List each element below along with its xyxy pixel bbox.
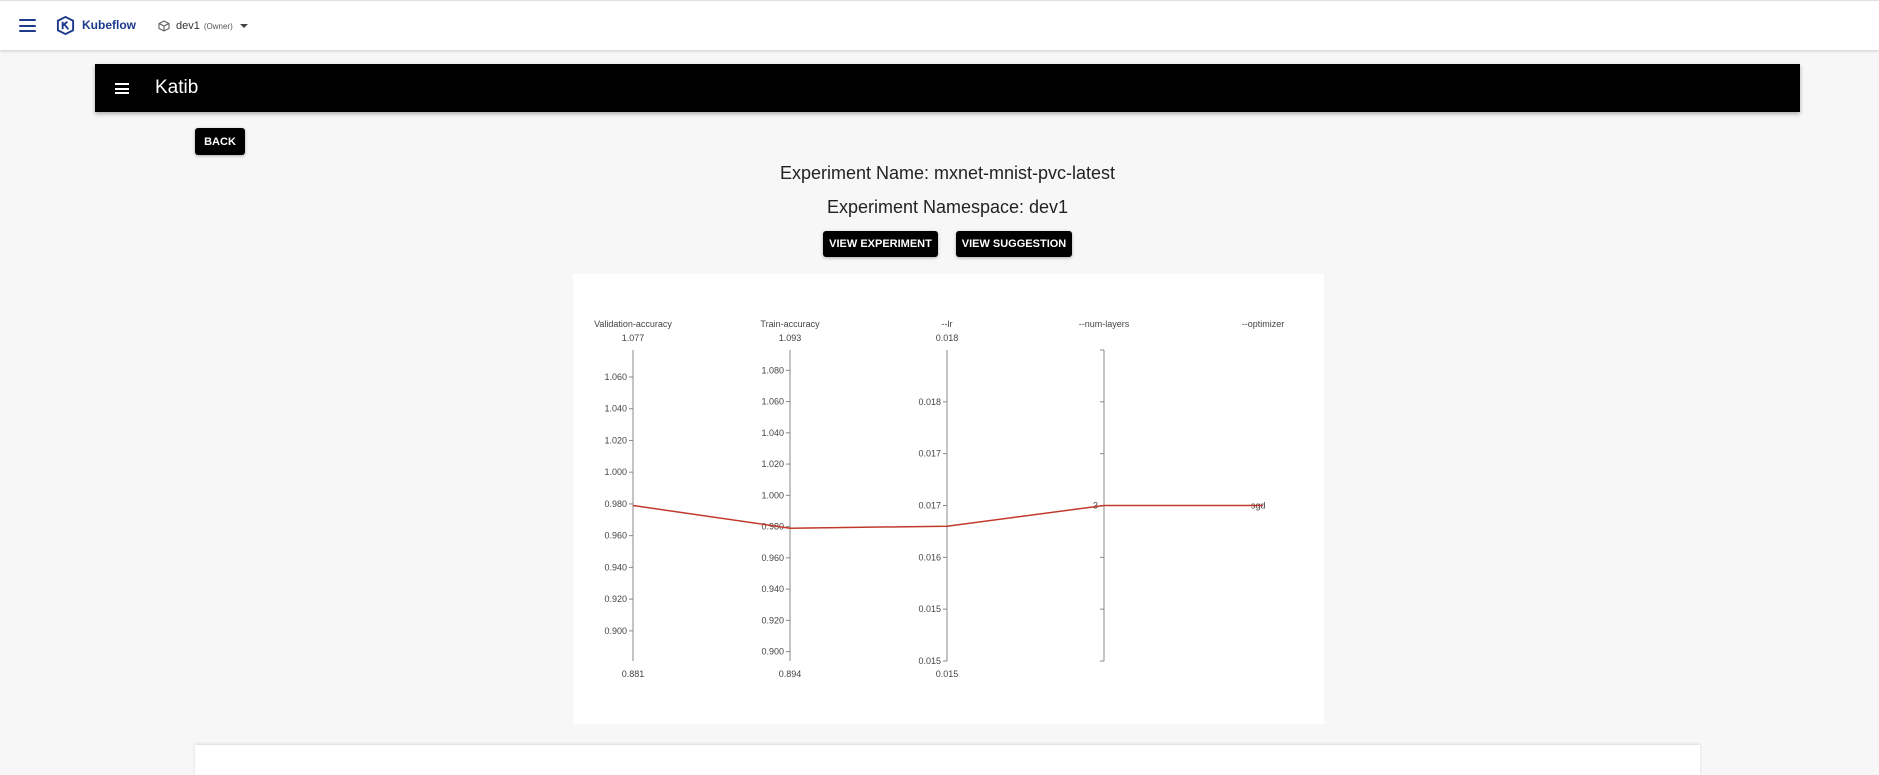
cube-icon xyxy=(158,20,170,32)
axis-label: --optimizer xyxy=(1242,319,1285,329)
tick-label: 0.017 xyxy=(918,449,941,459)
tick-label: 1.000 xyxy=(761,490,784,500)
trials-card xyxy=(195,745,1700,775)
namespace-name: dev1 xyxy=(176,20,200,32)
tick-label: 1.040 xyxy=(761,428,784,438)
tick-label: 0.015 xyxy=(918,656,941,666)
tick-label: 0.960 xyxy=(761,553,784,563)
view-suggestion-button[interactable]: VIEW SUGGESTION xyxy=(956,231,1072,257)
app-title[interactable]: Kubeflow xyxy=(82,18,136,32)
parallel-coordinates-chart[interactable]: Validation-accuracy 1.077 0.881 0.900 0.920 0… xyxy=(573,274,1324,724)
experiment-namespace: Experiment Namespace: dev1 xyxy=(826,197,1069,217)
tick-label: 0.980 xyxy=(604,499,627,509)
axis-label: Train-accuracy xyxy=(760,319,820,329)
axis-min-label: 0.881 xyxy=(622,669,645,679)
menu-icon[interactable] xyxy=(115,83,129,94)
axis-max-label: 1.077 xyxy=(622,333,645,343)
axis-label: Validation-accuracy xyxy=(594,319,672,329)
tick-label: 0.016 xyxy=(918,552,941,562)
axis-min-label: 0.015 xyxy=(936,669,959,679)
tick-label: 0.015 xyxy=(918,604,941,614)
tick-label: 0.940 xyxy=(604,562,627,572)
tick-label: 0.920 xyxy=(604,594,627,604)
tick-label: 0.900 xyxy=(604,626,627,636)
hamburger-icon[interactable] xyxy=(19,19,36,32)
katib-header: Katib xyxy=(95,64,1800,112)
tick-label: 1.080 xyxy=(761,365,784,375)
caret-down-icon xyxy=(239,24,248,28)
axis-max-label: 1.093 xyxy=(779,333,802,343)
experiment-name: Experiment Name: mxnet-mnist-pvc-latest xyxy=(779,163,1116,183)
tick-label: 1.020 xyxy=(604,435,627,445)
tick-label: 3 xyxy=(1093,501,1098,511)
tick-label: 0.018 xyxy=(918,397,941,407)
axis-label: --num-layers xyxy=(1079,319,1130,329)
parallel-coordinates-panel: Validation-accuracy 1.077 0.881 0.900 0.920 0… xyxy=(573,274,1324,724)
tick-label: 1.060 xyxy=(761,397,784,407)
tick-label: 0.017 xyxy=(918,501,941,511)
axis-min-label: 0.894 xyxy=(779,669,802,679)
namespace-selector[interactable]: dev1 (Owner) xyxy=(158,17,248,35)
tick-label: 0.960 xyxy=(604,531,627,541)
top-app-bar: Kubeflow dev1 (Owner) xyxy=(0,0,1879,50)
view-experiment-button[interactable]: VIEW EXPERIMENT xyxy=(823,231,938,257)
axis-max-label: 0.018 xyxy=(936,333,959,343)
namespace-role: (Owner) xyxy=(203,21,233,31)
tick-label: 0.920 xyxy=(761,615,784,625)
kubeflow-logo-icon[interactable] xyxy=(56,16,75,35)
axis-label: --lr xyxy=(942,319,953,329)
tick-label: 1.020 xyxy=(761,459,784,469)
tick-label: 1.040 xyxy=(604,404,627,414)
tick-label: 1.000 xyxy=(604,467,627,477)
tick-label: 0.940 xyxy=(761,584,784,594)
back-button[interactable]: BACK xyxy=(195,128,245,155)
trial-line xyxy=(632,504,1263,529)
katib-title: Katib xyxy=(155,77,199,98)
tick-label: 0.900 xyxy=(761,647,784,657)
tick-label: 1.060 xyxy=(604,372,627,382)
